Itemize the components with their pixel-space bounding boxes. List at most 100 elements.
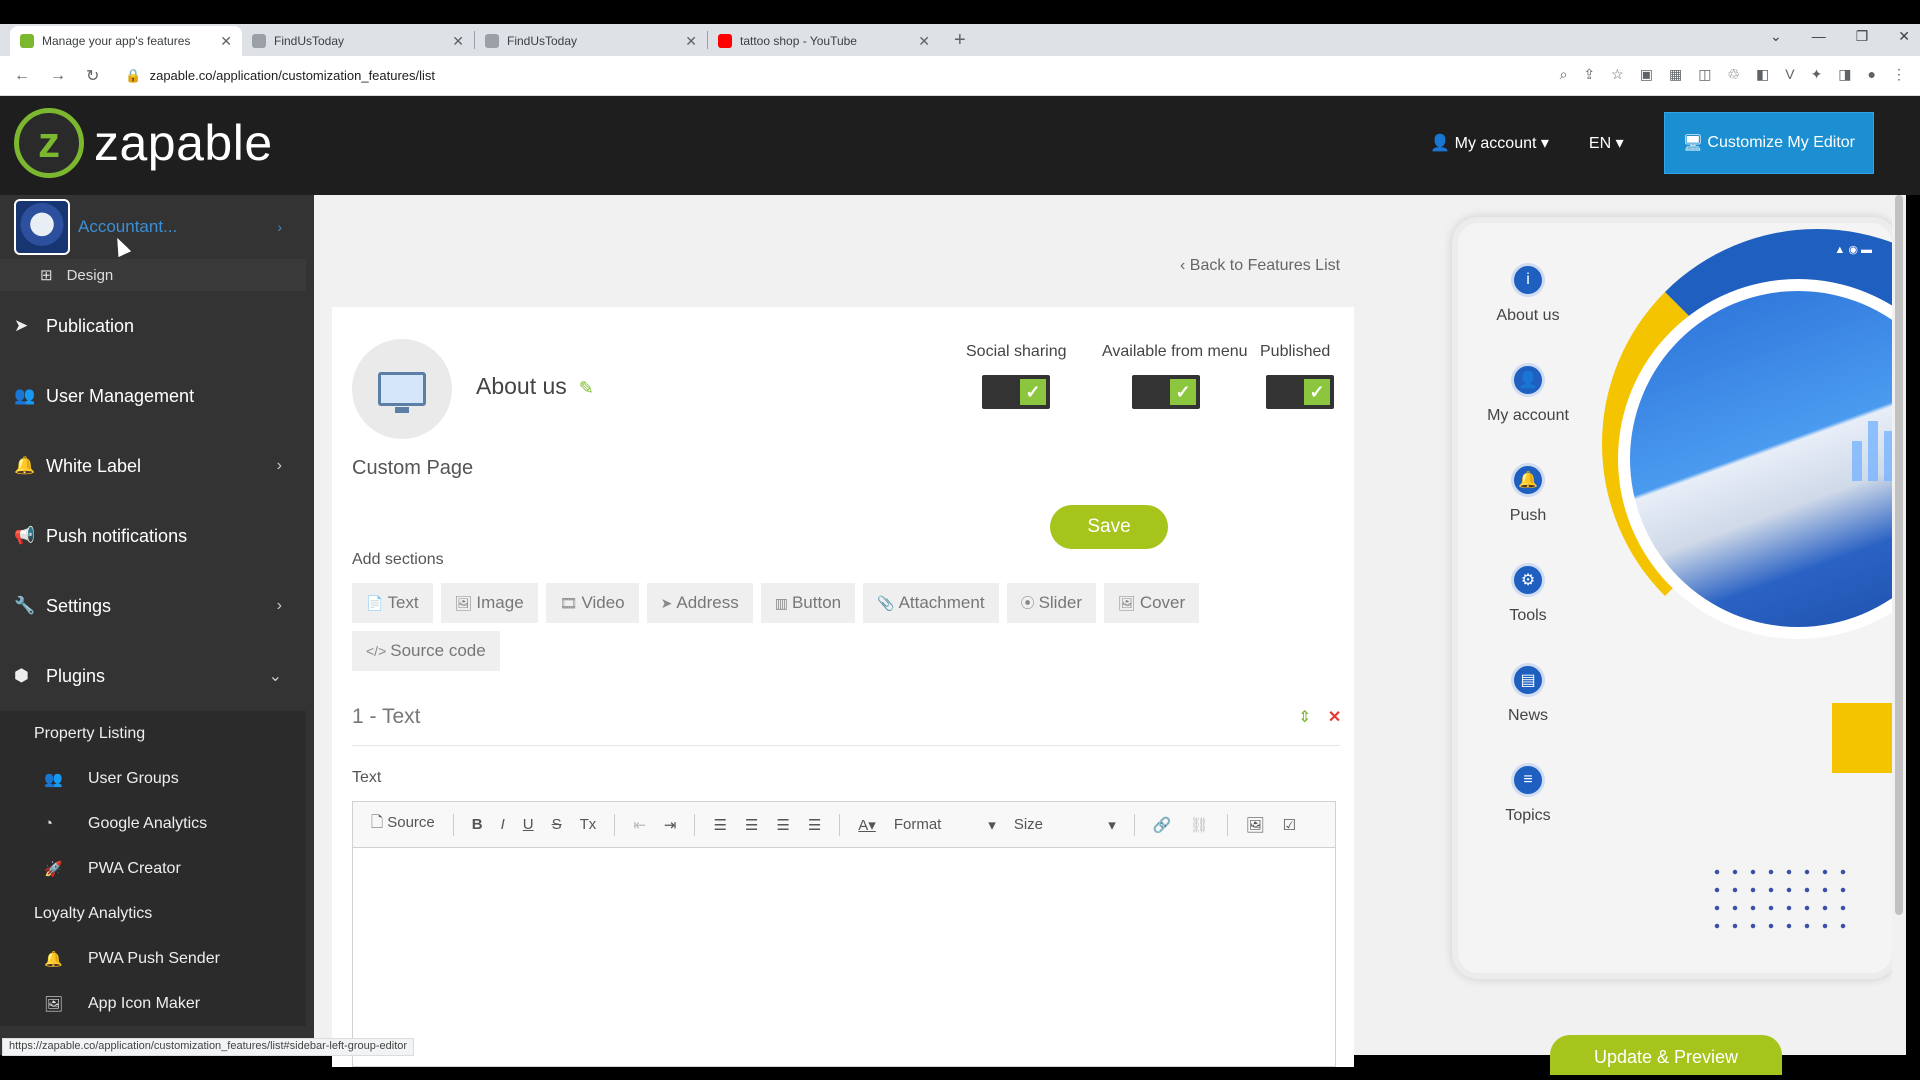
app-header: z zapable 👤 My account ▾ EN ▾ 🖥 Customiz… <box>0 96 1920 195</box>
my-account-menu[interactable]: 👤 My account ▾ <box>1430 133 1549 153</box>
add-slider-section-button[interactable]: ⦿ Slider <box>1006 583 1097 623</box>
share-icon[interactable]: ⇪ <box>1583 66 1595 83</box>
restore-icon[interactable]: ❐ <box>1856 28 1869 45</box>
minimize-icon[interactable]: — <box>1812 28 1826 45</box>
outdent-icon[interactable]: ⇤ <box>633 816 646 834</box>
sidebar-subitem-loyalty-analytics[interactable]: Loyalty Analytics <box>0 891 306 936</box>
preview-menu-item[interactable]: ▤ News <box>1468 663 1588 763</box>
close-icon[interactable]: ✕ <box>918 33 930 50</box>
profile-avatar-icon[interactable]: ● <box>1868 66 1876 83</box>
bold-icon[interactable]: B <box>472 816 483 833</box>
url-field[interactable]: 🔒 zapable.co/application/customization_fe… <box>125 68 435 84</box>
unlink-icon[interactable]: ⛓ <box>1190 816 1209 834</box>
bookmark-star-icon[interactable]: ☆ <box>1611 66 1624 83</box>
insert-image-icon[interactable]: 🖼 <box>1246 816 1265 834</box>
sidebar-item-design[interactable]: ⊞ Design <box>0 259 306 291</box>
sidebar-subitem-property-listing[interactable]: Property Listing <box>0 711 306 756</box>
back-to-features-link[interactable]: ‹ Back to Features List <box>1180 257 1340 275</box>
add-text-section-button[interactable]: 📄 Text <box>352 583 433 623</box>
browser-tab[interactable]: FindUsToday ✕ <box>242 26 474 56</box>
sidebar-item-settings[interactable]: 🔧 Settings › <box>0 571 314 641</box>
pencil-icon[interactable]: ✎ <box>579 378 594 398</box>
zapable-logo[interactable]: z zapable <box>14 108 273 178</box>
close-icon[interactable]: ✕ <box>452 33 464 50</box>
extension-icon[interactable]: ◫ <box>1698 66 1711 83</box>
close-icon[interactable]: ✕ <box>220 33 232 50</box>
sidebar-subitem-google-analytics[interactable]: ◔ Google Analytics <box>0 801 306 846</box>
sidebar-subitem-user-groups[interactable]: 👥 User Groups <box>0 756 306 801</box>
menu-kebab-icon[interactable]: ⋮ <box>1892 66 1906 83</box>
extension-icon[interactable]: ◧ <box>1756 66 1769 83</box>
add-image-section-button[interactable]: 🖼 Image <box>440 583 538 623</box>
checkbox-icon[interactable]: ☑ <box>1283 816 1296 834</box>
save-button[interactable]: Save <box>1050 505 1168 549</box>
close-icon[interactable]: ✕ <box>685 33 697 50</box>
preview-menu-item[interactable]: 👤 My account <box>1468 363 1588 463</box>
preview-menu-item[interactable]: 🔔 Push <box>1468 463 1588 563</box>
format-select[interactable]: Format ▾ <box>894 816 996 834</box>
align-center-icon[interactable]: ☰ <box>745 816 758 834</box>
customize-editor-button[interactable]: 🖥 Customize My Editor <box>1663 112 1874 174</box>
reload-icon[interactable]: ↻ <box>86 66 99 86</box>
align-left-icon[interactable]: ☰ <box>713 816 726 834</box>
italic-icon[interactable]: I <box>501 816 505 833</box>
extension-icon[interactable]: ▦ <box>1669 66 1682 83</box>
available-from-menu-toggle[interactable]: ✓ <box>1132 375 1200 409</box>
add-source-code-section-button[interactable]: </> Source code <box>352 631 500 671</box>
add-attachment-section-button[interactable]: 📎 Attachment <box>863 583 999 623</box>
size-select[interactable]: Size ▾ <box>1014 816 1116 834</box>
extension-icon[interactable]: ▣ <box>1640 66 1653 83</box>
tab-search-icon[interactable]: ⌄ <box>1770 28 1782 45</box>
feature-icon[interactable] <box>352 339 452 439</box>
scrollbar-thumb[interactable] <box>1895 195 1903 915</box>
justify-icon[interactable]: ☰ <box>808 816 821 834</box>
browser-tab[interactable]: tattoo shop - YouTube ✕ <box>708 26 940 56</box>
sidebar-item-white-label[interactable]: 🔔 White Label › <box>0 431 314 501</box>
preview-menu-item[interactable]: ≡ Topics <box>1468 763 1588 863</box>
zoom-icon[interactable]: ⌕ <box>1560 66 1568 83</box>
back-icon[interactable]: ← <box>14 67 30 85</box>
sidebar-subitem-app-icon-maker[interactable]: 🖼 App Icon Maker <box>0 981 306 1026</box>
indent-icon[interactable]: ⇥ <box>664 816 677 834</box>
align-right-icon[interactable]: ☰ <box>776 816 789 834</box>
social-sharing-toggle[interactable]: ✓ <box>982 375 1050 409</box>
new-tab-icon[interactable]: + <box>940 29 980 52</box>
close-window-icon[interactable]: ✕ <box>1898 28 1910 45</box>
preview-menu-item[interactable]: ⚙ Tools <box>1468 563 1588 663</box>
add-address-section-button[interactable]: ➤ Address <box>646 583 753 623</box>
language-menu[interactable]: EN ▾ <box>1589 133 1624 153</box>
published-toggle[interactable]: ✓ <box>1266 375 1334 409</box>
tab-title: FindUsToday <box>507 34 578 48</box>
add-video-section-button[interactable]: 🎞 Video <box>545 583 639 623</box>
add-cover-section-button[interactable]: 🖼 Cover <box>1104 583 1200 623</box>
text-color-icon[interactable]: A▾ <box>858 816 876 834</box>
puzzle-icon[interactable]: ✦ <box>1811 66 1823 83</box>
editor-body[interactable] <box>353 848 1335 1066</box>
extension-icon[interactable]: ♲ <box>1727 66 1740 83</box>
link-icon[interactable]: 🔗 <box>1153 816 1172 834</box>
sidebar-subitem-pwa-push-sender[interactable]: 🔔 PWA Push Sender <box>0 936 306 981</box>
sort-icon[interactable]: ⇕ <box>1298 709 1311 726</box>
browser-tab[interactable]: Manage your app's features ✕ <box>10 26 242 56</box>
extension-icon[interactable]: V <box>1785 66 1794 83</box>
sidebar-item-push-notifications[interactable]: 📢 Push notifications <box>0 501 314 571</box>
page-scrollbar[interactable] <box>1892 195 1906 1055</box>
toolbar-separator <box>1226 813 1228 836</box>
add-button-section-button[interactable]: ▥ Button <box>760 583 856 623</box>
feature-title: About us ✎ <box>476 373 594 400</box>
sidebar-item-plugins[interactable]: ⬢ Plugins ⌄ <box>0 641 314 711</box>
sidepanel-icon[interactable]: ◨ <box>1838 66 1851 83</box>
sidebar-item-publication[interactable]: ➤ Publication <box>0 291 314 361</box>
forward-icon[interactable]: → <box>50 67 66 85</box>
underline-icon[interactable]: U <box>523 816 534 833</box>
update-preview-button[interactable]: Update & Preview <box>1550 1035 1782 1075</box>
preview-menu-item[interactable]: i About us <box>1468 263 1588 363</box>
sidebar-subitem-pwa-creator[interactable]: 🚀 PWA Creator <box>0 846 306 891</box>
remove-format-icon[interactable]: Tx <box>580 816 597 833</box>
app-selector[interactable]: Accountant... › <box>0 195 314 259</box>
browser-tab[interactable]: FindUsToday ✕ <box>475 26 707 56</box>
sidebar-item-user-management[interactable]: 👥 User Management <box>0 361 314 431</box>
delete-icon[interactable]: ✕ <box>1328 709 1341 726</box>
strikethrough-icon[interactable]: S <box>552 816 562 833</box>
source-button[interactable]: 🗋 Source <box>371 812 435 837</box>
